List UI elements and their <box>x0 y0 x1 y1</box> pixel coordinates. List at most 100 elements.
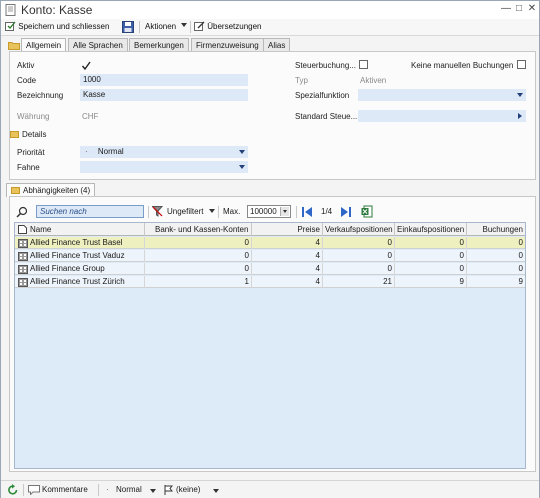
document-icon <box>18 225 27 234</box>
active-checkbox[interactable] <box>81 61 91 71</box>
column-header-name[interactable]: Name <box>28 223 145 236</box>
folder-icon <box>10 131 19 139</box>
cell-bank: 1 <box>145 276 252 288</box>
search-input[interactable]: Suchen nach <box>36 205 144 218</box>
max-label: Max. <box>223 207 241 216</box>
chevron-right-icon <box>518 113 522 119</box>
priority-dot-icon: · <box>106 485 109 494</box>
search-icon <box>16 206 28 218</box>
tab-alias[interactable]: Alias <box>263 38 291 52</box>
minimize-icon[interactable]: — <box>500 3 512 15</box>
title-bar: Konto: Kasse — □ ✕ <box>1 1 539 19</box>
priority-label: Priorität <box>17 148 45 157</box>
details-header-label: Details <box>22 130 47 139</box>
translations-label: Übersetzungen <box>207 22 262 31</box>
table-row[interactable]: Allied Finance Trust Basel 0 4 0 0 0 <box>15 237 525 249</box>
column-header-bookings[interactable]: Buchungen <box>467 223 525 236</box>
chevron-down-icon <box>517 93 523 97</box>
translations-button[interactable]: Übersetzungen <box>194 20 262 34</box>
tab-alle-sprachen[interactable]: Alle Sprachen <box>68 38 128 52</box>
status-bar: Kommentare · Normal (keine) <box>1 480 539 498</box>
no-manual-bookings-label: Keine manuellen Buchungen <box>411 61 514 70</box>
cell-name: Allied Finance Trust Basel <box>28 237 145 249</box>
priority-status[interactable]: Normal <box>116 484 142 496</box>
filter-dropdown-icon[interactable] <box>209 209 215 213</box>
document-icon <box>5 4 16 16</box>
actions-label: Aktionen <box>145 22 177 31</box>
cell-name: Allied Finance Group <box>28 263 145 275</box>
dependencies-tab[interactable]: Abhängigkeiten (4) <box>6 183 96 197</box>
toolbar: Speichern und schliessen Aktionen Überse… <box>1 19 539 36</box>
column-header-prices[interactable]: Preise <box>252 223 323 236</box>
cell-bookings: 0 <box>518 251 523 260</box>
refresh-icon[interactable] <box>7 484 19 496</box>
flag-dropdown-icon[interactable] <box>213 489 219 493</box>
save-close-label: Speichern und schliessen <box>18 22 110 31</box>
grid-toolbar-separator <box>148 206 149 218</box>
save-close-button[interactable]: Speichern und schliessen <box>5 20 109 34</box>
company-icon <box>18 265 28 274</box>
table-row[interactable]: Allied Finance Trust Vaduz 0 4 0 0 0 <box>15 250 525 262</box>
toolbar-separator <box>139 21 140 33</box>
comments-button[interactable]: Kommentare <box>42 484 88 496</box>
cell-bank: 0 <box>145 263 252 275</box>
cell-bookings: 9 <box>518 277 523 286</box>
first-page-icon[interactable] <box>301 206 313 218</box>
cell-sales: 0 <box>323 263 395 275</box>
cell-bank: 0 <box>145 250 252 262</box>
cell-sales: 21 <box>323 276 395 288</box>
save-icon[interactable] <box>122 21 134 33</box>
table-row[interactable]: Allied Finance Group 0 4 0 0 0 <box>15 263 525 275</box>
currency-label: Währung <box>17 112 50 121</box>
grid-header: Name Bank- und Kassen-Konten Preise Verk… <box>15 223 525 236</box>
chevron-down-icon <box>239 150 245 154</box>
cell-bookings: 0 <box>518 238 523 247</box>
actions-button[interactable]: Aktionen <box>145 20 176 34</box>
folder-icon <box>11 187 20 195</box>
max-value: 100000 <box>250 207 277 216</box>
cell-purchases: 0 <box>395 263 467 275</box>
cell-name: Allied Finance Trust Zürich <box>28 276 145 288</box>
name-label: Bezeichnung <box>17 91 64 100</box>
flag-select[interactable] <box>80 161 248 173</box>
max-input[interactable]: 100000 <box>247 205 291 218</box>
priority-select[interactable]: · Normal <box>80 146 248 158</box>
account-window: Konto: Kasse — □ ✕ Speichern und schlies… <box>0 0 540 498</box>
name-field[interactable]: Kasse <box>80 89 248 101</box>
code-field[interactable]: 1000 <box>80 74 248 86</box>
tab-bemerkungen[interactable]: Bemerkungen <box>129 38 189 52</box>
cell-prices: 4 <box>252 263 323 275</box>
flag-status[interactable]: (keine) <box>176 484 200 496</box>
type-value: Aktiven <box>360 76 387 85</box>
company-icon <box>18 278 28 287</box>
column-header-purchases[interactable]: Einkaufspositionen <box>395 223 467 236</box>
close-icon[interactable]: ✕ <box>526 3 538 15</box>
dependencies-tab-label: Abhängigkeiten (4) <box>23 186 91 195</box>
code-label: Code <box>17 76 37 85</box>
cell-purchases: 0 <box>395 237 467 249</box>
edit-icon <box>194 21 205 32</box>
no-manual-bookings-checkbox[interactable] <box>517 60 526 69</box>
toolbar-separator <box>190 21 191 33</box>
special-function-select[interactable] <box>358 89 526 101</box>
filter-label[interactable]: Ungefiltert <box>167 207 203 216</box>
priority-dropdown-icon[interactable] <box>150 489 156 493</box>
next-page-icon[interactable] <box>340 206 352 218</box>
chevron-down-icon <box>283 210 287 213</box>
standard-tax-select[interactable] <box>358 110 526 122</box>
status-separator <box>98 484 99 496</box>
actions-dropdown-icon[interactable] <box>181 23 187 27</box>
table-row[interactable]: Allied Finance Trust Zürich 1 4 21 9 9 <box>15 276 525 288</box>
cell-purchases: 9 <box>395 276 467 288</box>
column-header-sales[interactable]: Verkaufspositionen <box>323 223 395 236</box>
excel-export-icon[interactable] <box>361 205 373 218</box>
tax-booking-checkbox[interactable] <box>359 60 368 69</box>
standard-tax-label: Standard Steue... <box>295 112 358 121</box>
column-header-bank[interactable]: Bank- und Kassen-Konten <box>145 223 252 236</box>
flag-icon <box>164 485 173 495</box>
grid-toolbar-separator <box>296 206 297 218</box>
maximize-icon[interactable]: □ <box>513 3 525 15</box>
cell-bookings: 0 <box>518 264 523 273</box>
tab-firmenzuweisung[interactable]: Firmenzuweisung <box>191 38 264 52</box>
details-header: Details <box>10 130 46 139</box>
